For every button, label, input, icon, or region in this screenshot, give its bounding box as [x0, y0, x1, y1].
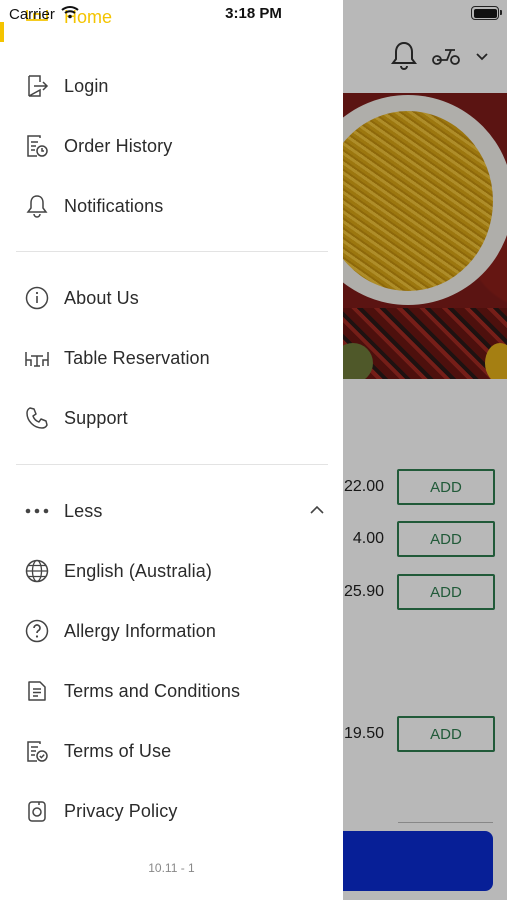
drawer-divider	[16, 464, 328, 465]
drawer-item-label: Support	[64, 407, 128, 428]
drawer-item-order-history[interactable]: Order History	[24, 126, 172, 166]
drawer-item-label: Privacy Policy	[64, 800, 178, 821]
document-icon	[24, 678, 50, 704]
drawer-item-label: Order History	[64, 135, 173, 156]
document-check-icon	[24, 738, 50, 764]
drawer-item-terms-of-use[interactable]: Terms of Use	[24, 731, 171, 771]
drawer-item-label: Table Reservation	[64, 347, 210, 368]
drawer-item-label: Notifications	[64, 195, 164, 216]
bell-icon	[24, 193, 50, 219]
drawer-divider	[16, 251, 328, 252]
more-dots-icon	[24, 498, 50, 524]
drawer-item-about-us[interactable]: About Us	[24, 278, 139, 318]
order-history-icon	[24, 133, 50, 159]
drawer-item-allergy-information[interactable]: Allergy Information	[24, 611, 216, 651]
phone-icon	[24, 405, 50, 431]
drawer-item-support[interactable]: Support	[24, 398, 128, 438]
drawer-item-terms-and-conditions[interactable]: Terms and Conditions	[24, 671, 240, 711]
globe-icon	[24, 558, 50, 584]
drawer-item-label: Terms of Use	[64, 740, 172, 761]
drawer-item-less[interactable]: Less	[24, 491, 102, 531]
table-icon	[24, 345, 50, 371]
drawer-item-label: Login	[64, 75, 109, 96]
drawer-item-table-reservation[interactable]: Table Reservation	[24, 338, 210, 378]
drawer-item-label: About Us	[64, 287, 139, 308]
drawer-item-label: Allergy Information	[64, 620, 216, 641]
login-icon	[24, 73, 50, 99]
chevron-up-icon[interactable]	[309, 503, 325, 521]
drawer-item-label: Terms and Conditions	[64, 680, 241, 701]
drawer-item-notifications[interactable]: Notifications	[24, 186, 163, 226]
drawer-item-privacy-policy[interactable]: Privacy Policy	[24, 791, 177, 831]
navigation-drawer: Home Login Order History Notifications A…	[0, 0, 343, 900]
privacy-icon	[24, 798, 50, 824]
drawer-item-language[interactable]: English (Australia)	[24, 551, 212, 591]
info-icon	[24, 285, 50, 311]
clock: 3:18 PM	[225, 5, 282, 22]
drawer-item-login[interactable]: Login	[24, 66, 109, 106]
drawer-item-label: English (Australia)	[64, 560, 212, 581]
drawer-backdrop[interactable]	[343, 0, 507, 900]
status-bar: Carrier 3:18 PM	[0, 0, 507, 28]
app-version: 10.11 - 1	[148, 861, 195, 875]
drawer-item-label: Less	[64, 500, 103, 521]
question-icon	[24, 618, 50, 644]
battery-icon	[471, 6, 502, 20]
